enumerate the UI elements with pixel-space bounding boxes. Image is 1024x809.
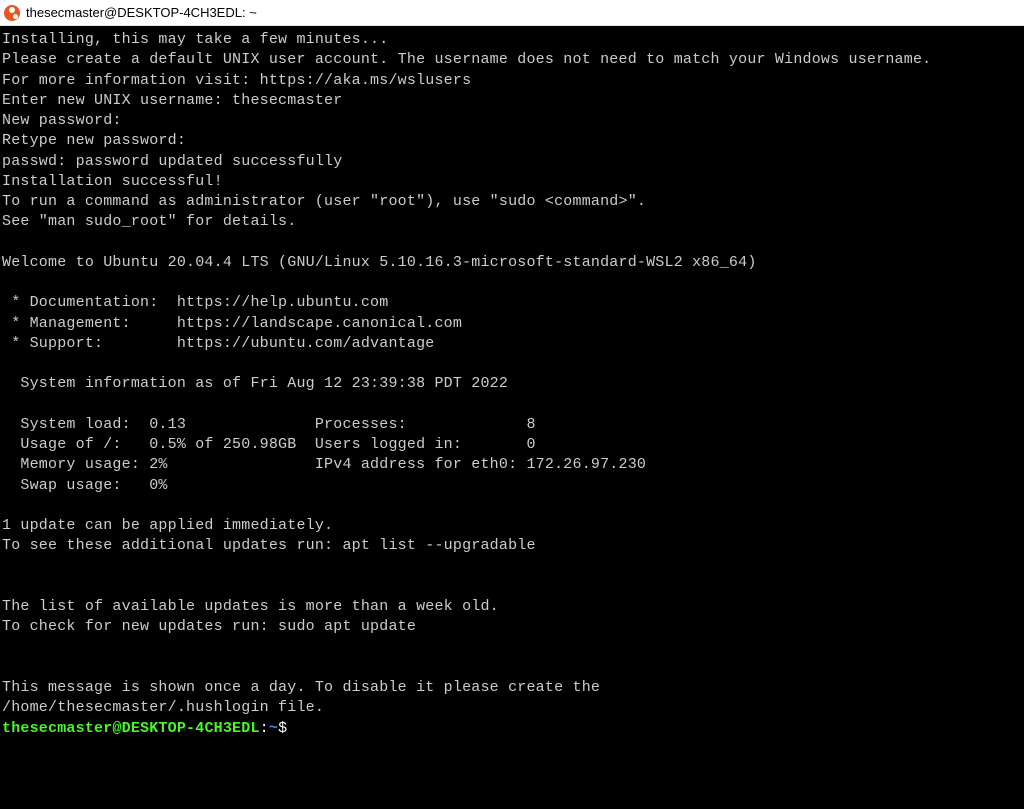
- terminal-line: /home/thesecmaster/.hushlogin file.: [2, 699, 324, 716]
- window-titlebar: thesecmaster@DESKTOP-4CH3EDL: ~: [0, 0, 1024, 26]
- terminal-line: To check for new updates run: sudo apt u…: [2, 618, 416, 635]
- prompt-path: ~: [269, 720, 278, 737]
- terminal-line: The list of available updates is more th…: [2, 598, 499, 615]
- terminal-line: System load: 0.13 Processes: 8: [2, 416, 536, 433]
- window-title: thesecmaster@DESKTOP-4CH3EDL: ~: [26, 5, 257, 20]
- terminal-line: Please create a default UNIX user accoun…: [2, 51, 931, 68]
- terminal-line: New password:: [2, 112, 122, 129]
- terminal-line: Usage of /: 0.5% of 250.98GB Users logge…: [2, 436, 536, 453]
- terminal-line: For more information visit: https://aka.…: [2, 72, 471, 89]
- terminal-line: System information as of Fri Aug 12 23:3…: [2, 375, 508, 392]
- terminal-line: * Documentation: https://help.ubuntu.com: [2, 294, 388, 311]
- terminal-line: Installing, this may take a few minutes.…: [2, 31, 388, 48]
- terminal-output[interactable]: Installing, this may take a few minutes.…: [0, 26, 1024, 809]
- terminal-line: Swap usage: 0%: [2, 477, 168, 494]
- terminal-line: See "man sudo_root" for details.: [2, 213, 296, 230]
- terminal-line: Retype new password:: [2, 132, 186, 149]
- terminal-line: Installation successful!: [2, 173, 223, 190]
- terminal-line: passwd: password updated successfully: [2, 153, 342, 170]
- terminal-line: Enter new UNIX username: thesecmaster: [2, 92, 342, 109]
- terminal-line: To see these additional updates run: apt…: [2, 537, 536, 554]
- terminal-line: 1 update can be applied immediately.: [2, 517, 333, 534]
- prompt-colon: :: [260, 720, 269, 737]
- prompt-user: thesecmaster: [2, 720, 112, 737]
- terminal-line: Welcome to Ubuntu 20.04.4 LTS (GNU/Linux…: [2, 254, 757, 271]
- prompt-dollar: $: [278, 720, 287, 737]
- prompt-at: @: [112, 720, 121, 737]
- terminal-line: This message is shown once a day. To dis…: [2, 679, 600, 696]
- terminal-line: Memory usage: 2% IPv4 address for eth0: …: [2, 456, 646, 473]
- prompt-host: DESKTOP-4CH3EDL: [122, 720, 260, 737]
- terminal-line: To run a command as administrator (user …: [2, 193, 646, 210]
- ubuntu-icon: [4, 5, 20, 21]
- terminal-line: * Support: https://ubuntu.com/advantage: [2, 335, 434, 352]
- terminal-line: * Management: https://landscape.canonica…: [2, 315, 462, 332]
